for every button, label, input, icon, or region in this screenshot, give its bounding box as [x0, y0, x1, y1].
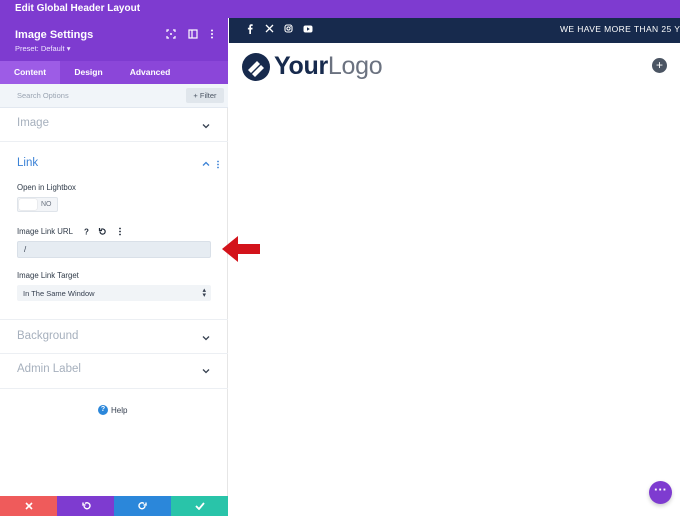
- chevron-up-icon[interactable]: [202, 160, 210, 168]
- select-caret-icon: ▴ ▾: [202, 287, 206, 299]
- window-title: Edit Global Header Layout: [15, 3, 141, 14]
- select-value: In The Same Window: [23, 289, 95, 298]
- x-icon[interactable]: [263, 24, 275, 36]
- settings-panel: Image Settings Preset: Default ▾ Content…: [0, 18, 228, 516]
- add-module-button[interactable]: +: [652, 58, 667, 73]
- sidebar-toggle-icon[interactable]: [187, 28, 199, 40]
- undo-icon: [81, 502, 91, 510]
- undo-button[interactable]: [57, 496, 114, 516]
- chevron-down-icon: [202, 369, 210, 374]
- logo-text-light: Logo: [327, 52, 383, 80]
- target-label: Image Link Target: [17, 271, 79, 280]
- section-image[interactable]: Image: [0, 108, 228, 142]
- chevron-down-icon: [202, 336, 210, 341]
- discard-button[interactable]: [0, 496, 57, 516]
- tab-content[interactable]: Content: [0, 61, 60, 84]
- facebook-icon[interactable]: [244, 24, 256, 36]
- section-admin-label[interactable]: Admin Label: [0, 354, 228, 389]
- top-bar-message: WE HAVE MORE THAN 25 YEA: [560, 24, 680, 34]
- expand-icon[interactable]: [165, 28, 177, 40]
- tab-advanced[interactable]: Advanced: [117, 61, 183, 84]
- app: Edit Global Header Layout Image Settings…: [0, 0, 680, 516]
- help-label: Help: [111, 405, 128, 415]
- save-button[interactable]: [171, 496, 228, 516]
- check-icon: [194, 502, 205, 510]
- image-link-url-input[interactable]: /: [17, 241, 211, 258]
- site-logo[interactable]: Your Logo: [242, 52, 383, 81]
- url-label: Image Link URL: [17, 227, 73, 236]
- search-bar: Search Options + Filter: [0, 84, 228, 108]
- close-icon: [24, 502, 33, 510]
- help-link[interactable]: ? Help: [98, 405, 127, 415]
- toggle-value: NO: [41, 201, 52, 208]
- chevron-down-icon: [202, 124, 210, 129]
- tab-design[interactable]: Design: [60, 61, 117, 84]
- logo-text-bold: Your: [274, 52, 328, 80]
- panel-footer: [0, 496, 228, 516]
- instagram-icon[interactable]: [282, 24, 294, 36]
- reset-icon[interactable]: [98, 227, 107, 236]
- link-target-select[interactable]: In The Same Window ▴ ▾: [17, 285, 211, 301]
- panel-tabs: Content Design Advanced: [0, 61, 228, 84]
- section-background[interactable]: Background: [0, 319, 228, 354]
- preview-top-bar: WE HAVE MORE THAN 25 YEA: [229, 18, 680, 43]
- preset-selector[interactable]: Preset: Default ▾: [15, 44, 70, 53]
- redo-button[interactable]: [114, 496, 171, 516]
- redo-icon: [137, 502, 147, 510]
- section-menu-icon[interactable]: [216, 160, 220, 169]
- toggle-knob: [19, 199, 37, 210]
- red-arrow-icon: [222, 236, 260, 262]
- svg-text:?: ?: [84, 228, 89, 237]
- filter-button[interactable]: + Filter: [186, 88, 224, 103]
- help-icon: ?: [98, 405, 108, 415]
- page-settings-button[interactable]: ···: [649, 481, 672, 504]
- lightbox-label: Open in Lightbox: [17, 183, 76, 192]
- youtube-icon[interactable]: [302, 24, 314, 36]
- panel-title: Image Settings: [15, 29, 94, 41]
- logo-mark-icon: [242, 52, 270, 81]
- section-title-background: Background: [17, 330, 79, 342]
- field-menu-icon[interactable]: [118, 227, 122, 236]
- search-input[interactable]: Search Options: [17, 91, 69, 100]
- more-options-icon[interactable]: [206, 28, 218, 40]
- lightbox-toggle[interactable]: NO: [17, 197, 58, 212]
- title-bar: Edit Global Header Layout: [0, 0, 680, 18]
- section-title-image: Image: [17, 117, 49, 129]
- section-title-link[interactable]: Link: [17, 157, 38, 169]
- section-title-admin-label: Admin Label: [17, 363, 81, 375]
- url-input-value: /: [24, 245, 27, 254]
- panel-header: Image Settings Preset: Default ▾: [0, 18, 228, 61]
- question-icon[interactable]: ?: [82, 227, 91, 237]
